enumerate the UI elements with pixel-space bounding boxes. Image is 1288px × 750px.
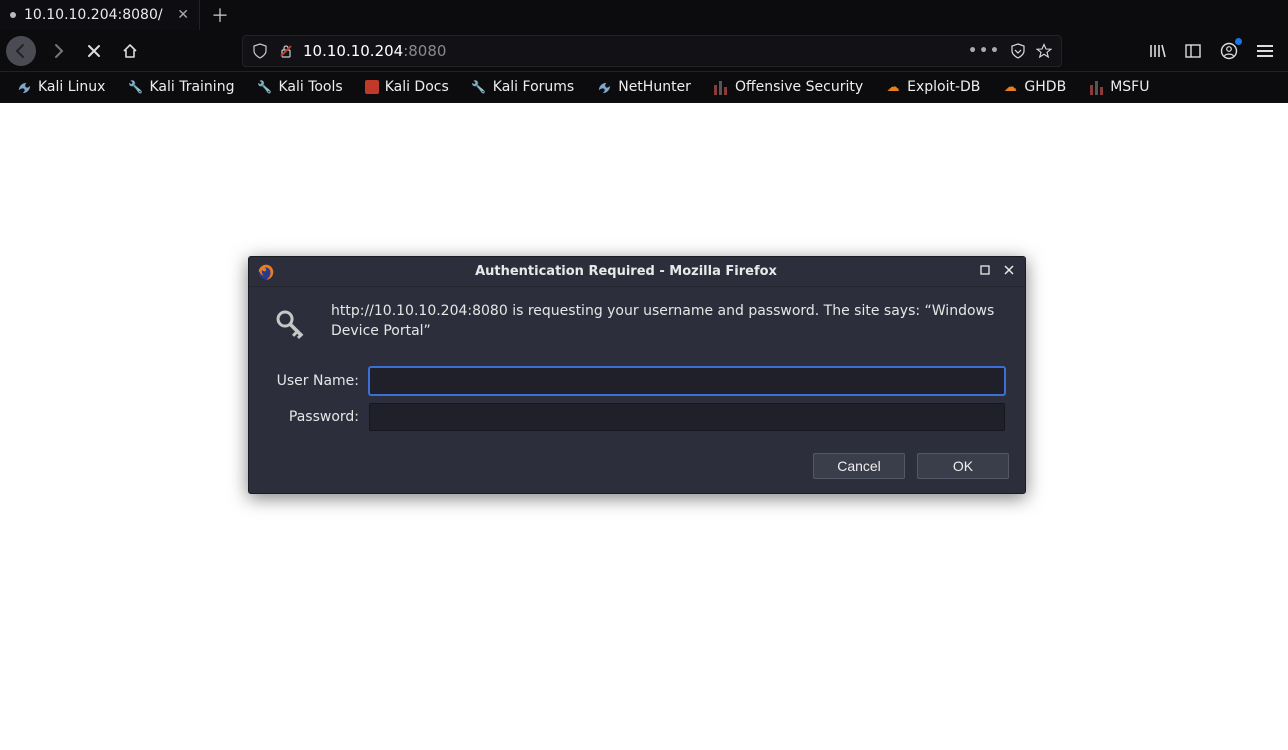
url-port: :8080: [403, 42, 446, 60]
username-input[interactable]: [369, 367, 1005, 395]
bookmark-label: Kali Linux: [38, 79, 105, 95]
nav-toolbar: 10.10.10.204:8080 •••: [0, 30, 1288, 72]
cancel-button[interactable]: Cancel: [813, 453, 905, 479]
password-label: Password:: [269, 409, 359, 425]
bookmark-label: Exploit-DB: [907, 79, 980, 95]
bookmark-item[interactable]: NetHunter: [588, 76, 699, 98]
tab-loading-dot: [10, 12, 16, 18]
bookmark-label: Kali Docs: [385, 79, 449, 95]
bookmark-label: Kali Forums: [493, 79, 574, 95]
bookmark-item[interactable]: MSFU: [1080, 76, 1157, 98]
url-host: 10.10.10.204: [303, 42, 403, 60]
forward-button[interactable]: [44, 37, 72, 65]
bars-icon: [1088, 79, 1104, 95]
shield-icon[interactable]: [251, 42, 269, 60]
dialog-form: User Name: Password:: [249, 353, 1025, 443]
stop-button[interactable]: [80, 37, 108, 65]
insecure-icon[interactable]: [277, 42, 295, 60]
bookmark-item[interactable]: Offensive Security: [705, 76, 871, 98]
bookmark-item[interactable]: 🔧 Kali Tools: [248, 76, 350, 98]
password-input[interactable]: [369, 403, 1005, 431]
dialog-title: Authentication Required - Mozilla Firefo…: [283, 264, 969, 279]
orange-icon: ☁: [1002, 79, 1018, 95]
url-text[interactable]: 10.10.10.204:8080: [303, 42, 960, 60]
url-bar[interactable]: 10.10.10.204:8080 •••: [242, 35, 1062, 67]
orange-icon: ☁: [885, 79, 901, 95]
close-icon: [1004, 265, 1014, 275]
bookmark-star-icon[interactable]: [1035, 42, 1053, 60]
page-actions-icon[interactable]: •••: [968, 43, 1001, 59]
bookmark-label: Offensive Security: [735, 79, 863, 95]
tool-icon: 🔧: [127, 79, 143, 95]
red-icon: [365, 80, 379, 94]
tab-title: 10.10.10.204:8080/: [24, 7, 169, 23]
bookmark-item[interactable]: Kali Docs: [357, 76, 457, 98]
bookmark-label: MSFU: [1110, 79, 1149, 95]
browser-tab[interactable]: 10.10.10.204:8080/ ✕: [0, 0, 200, 30]
bookmark-label: NetHunter: [618, 79, 691, 95]
dialog-close-button[interactable]: [1001, 265, 1017, 278]
bookmark-item[interactable]: ☁ GHDB: [994, 76, 1074, 98]
dragon-icon: [596, 79, 612, 95]
library-icon[interactable]: [1146, 40, 1168, 62]
tab-close-icon[interactable]: ✕: [177, 7, 189, 23]
back-button[interactable]: [6, 36, 36, 66]
tool-icon: 🔧: [471, 79, 487, 95]
bookmark-label: GHDB: [1024, 79, 1066, 95]
ok-button[interactable]: OK: [917, 453, 1009, 479]
pocket-icon[interactable]: [1009, 42, 1027, 60]
bookmarks-bar: Kali Linux 🔧 Kali Training 🔧 Kali Tools Kali …: [0, 72, 1288, 103]
dragon-icon: [16, 79, 32, 95]
tab-bar: 10.10.10.204:8080/ ✕ ＋: [0, 0, 1288, 30]
sidebar-icon[interactable]: [1182, 40, 1204, 62]
bookmark-label: Kali Training: [149, 79, 234, 95]
toolbar-right: [1146, 40, 1282, 62]
hamburger-icon: [1257, 42, 1273, 60]
new-tab-button[interactable]: ＋: [206, 1, 234, 29]
bookmark-item[interactable]: 🔧 Kali Training: [119, 76, 242, 98]
dialog-titlebar[interactable]: Authentication Required - Mozilla Firefo…: [249, 257, 1025, 287]
close-icon: [87, 44, 101, 58]
tool-icon: 🔧: [256, 79, 272, 95]
bookmark-label: Kali Tools: [278, 79, 342, 95]
bookmark-item[interactable]: ☁ Exploit-DB: [877, 76, 988, 98]
menu-button[interactable]: [1254, 40, 1276, 62]
username-label: User Name:: [269, 373, 359, 389]
bookmark-item[interactable]: Kali Linux: [8, 76, 113, 98]
firefox-icon: [257, 263, 275, 281]
dialog-message: http://10.10.10.204:8080 is requesting y…: [331, 301, 1005, 349]
auth-dialog: Authentication Required - Mozilla Firefo…: [248, 256, 1026, 494]
account-icon[interactable]: [1218, 40, 1240, 62]
home-button[interactable]: [116, 37, 144, 65]
bars-icon: [713, 79, 729, 95]
home-icon: [122, 43, 138, 59]
maximize-icon: [980, 265, 990, 275]
arrow-right-icon: [50, 43, 66, 59]
dialog-maximize-button[interactable]: [977, 265, 993, 278]
key-icon: [269, 301, 311, 349]
bookmark-item[interactable]: 🔧 Kali Forums: [463, 76, 582, 98]
arrow-left-icon: [13, 43, 29, 59]
